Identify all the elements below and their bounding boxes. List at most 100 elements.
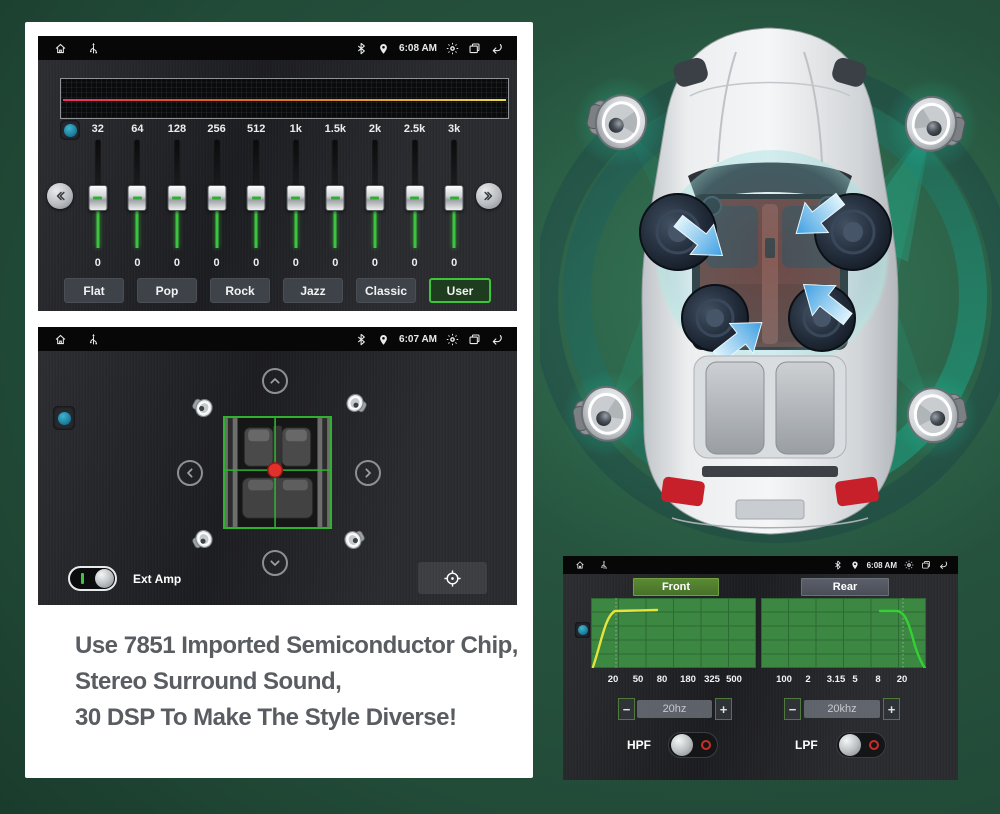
eq-values: 0000000000 (94, 257, 458, 269)
rear-right-speaker-icon (339, 523, 371, 555)
preset-rock[interactable]: Rock (210, 278, 270, 303)
hpf-frequency-value: 20hz (637, 700, 712, 718)
slider-thumb[interactable] (325, 185, 345, 211)
eq-slider[interactable] (316, 140, 356, 252)
slider-thumb[interactable] (127, 185, 147, 211)
back-icon[interactable] (938, 560, 948, 570)
eq-presets: Flat Pop Rock Jazz Classic User (64, 278, 491, 303)
eq-slider[interactable] (395, 140, 435, 252)
location-icon (377, 333, 390, 346)
preset-user[interactable]: User (429, 278, 491, 303)
balance-right-button[interactable] (355, 460, 381, 486)
toggle-knob[interactable] (839, 734, 861, 756)
hpf-label: HPF (627, 738, 651, 752)
eq-sliders (78, 140, 474, 252)
lpf-minus-button[interactable]: − (784, 698, 801, 720)
listening-position-dot[interactable] (267, 462, 284, 479)
preset-jazz[interactable]: Jazz (283, 278, 343, 303)
lpf-frequency-stepper: − 20khz + (784, 698, 900, 720)
fader-down-button[interactable] (262, 550, 288, 576)
back-icon[interactable] (490, 42, 503, 55)
toggle-knob[interactable] (671, 734, 693, 756)
eq-slider[interactable] (78, 140, 118, 252)
hpf-toggle[interactable] (668, 732, 718, 758)
eq-slider[interactable] (197, 140, 237, 252)
slider-thumb[interactable] (246, 185, 266, 211)
shift-left-button[interactable] (47, 183, 73, 209)
hpf-plus-button[interactable]: + (715, 698, 732, 720)
brightness-icon[interactable] (904, 560, 914, 570)
product-page: 6:08 AM 32 64 128 256 512 1k 1.5k 2k 2.5k 3k (0, 0, 1000, 814)
front-left-speaker-icon (186, 391, 218, 423)
left-white-panel: 6:08 AM 32 64 128 256 512 1k 1.5k 2k 2.5k 3k (25, 22, 533, 778)
preset-pop[interactable]: Pop (137, 278, 197, 303)
toggle-off-indicator (869, 740, 879, 750)
hpf-minus-button[interactable]: − (618, 698, 635, 720)
location-icon (377, 42, 390, 55)
page-indicator-dot[interactable] (575, 622, 590, 638)
rear-left-speaker-icon (186, 524, 218, 556)
eq-slider[interactable] (276, 140, 316, 252)
lpf-chart (761, 598, 926, 668)
recent-apps-icon[interactable] (921, 560, 931, 570)
hpf-tick-labels: 20 50 80 180 325 500 (607, 674, 742, 685)
location-icon (850, 560, 860, 570)
back-icon[interactable] (490, 333, 503, 346)
lpf-frequency-value: 20khz (804, 700, 880, 718)
brightness-icon[interactable] (446, 333, 459, 346)
eq-slider[interactable] (118, 140, 158, 252)
ext-amp-toggle[interactable] (68, 566, 117, 591)
lpf-plus-button[interactable]: + (883, 698, 900, 720)
fader-up-button[interactable] (262, 368, 288, 394)
home-icon[interactable] (54, 42, 67, 55)
eq-slider[interactable] (434, 140, 474, 252)
car-scene (532, 0, 1000, 545)
seat-position-map[interactable] (223, 416, 332, 529)
clock: 6:08 AM (866, 560, 897, 570)
slider-thumb[interactable] (444, 185, 464, 211)
balance-left-button[interactable] (177, 460, 203, 486)
shift-right-button[interactable] (476, 183, 502, 209)
ext-amp-label: Ext Amp (133, 572, 182, 586)
bluetooth-icon (355, 333, 368, 346)
toggle-knob[interactable] (95, 569, 114, 588)
lpf-toggle[interactable] (836, 732, 886, 758)
preset-flat[interactable]: Flat (64, 278, 124, 303)
tab-rear[interactable]: Rear (801, 578, 889, 596)
eq-curve-line (63, 98, 506, 101)
brightness-icon[interactable] (446, 42, 459, 55)
home-icon[interactable] (54, 333, 67, 346)
slider-thumb[interactable] (88, 185, 108, 211)
spectrum-display (60, 78, 509, 119)
hpf-frequency-stepper: − 20hz + (618, 698, 732, 720)
slider-thumb[interactable] (365, 185, 385, 211)
caption-line-1: Use 7851 Imported Semiconductor Chip, (75, 632, 518, 659)
page-indicator-dot[interactable] (53, 406, 75, 430)
frequency-labels: 32 64 128 256 512 1k 1.5k 2k 2.5k 3k (91, 123, 461, 135)
slider-thumb[interactable] (207, 185, 227, 211)
eq-slider[interactable] (355, 140, 395, 252)
home-icon[interactable] (575, 560, 585, 570)
page-indicator-dot[interactable] (60, 120, 80, 140)
slider-thumb[interactable] (405, 185, 425, 211)
slider-thumb[interactable] (286, 185, 306, 211)
eq-slider[interactable] (157, 140, 197, 252)
caption-line-2: Stereo Surround Sound, (75, 668, 342, 695)
status-bar: 6:08 AM (563, 556, 958, 574)
eq-slider[interactable] (236, 140, 276, 252)
lpf-label: LPF (795, 738, 818, 752)
toggle-off-indicator (701, 740, 711, 750)
balance-fader-screen: 6:07 AM Ext Amp (38, 327, 517, 605)
recent-apps-icon[interactable] (468, 333, 481, 346)
crossover-screen: 6:08 AM Front Rear 20 50 80 180 325 500 … (563, 556, 958, 780)
slider-thumb[interactable] (167, 185, 187, 211)
caption-line-3: 30 DSP To Make The Style Diverse! (75, 704, 457, 731)
clock: 6:08 AM (399, 42, 437, 54)
center-reset-button[interactable] (418, 562, 487, 594)
tab-front[interactable]: Front (633, 578, 719, 596)
lpf-tick-labels: 100 2 3.15 5 8 20 (776, 674, 908, 685)
hpf-chart (591, 598, 756, 668)
marketing-caption: Use 7851 Imported Semiconductor Chip, St… (75, 628, 518, 736)
preset-classic[interactable]: Classic (356, 278, 416, 303)
recent-apps-icon[interactable] (468, 42, 481, 55)
